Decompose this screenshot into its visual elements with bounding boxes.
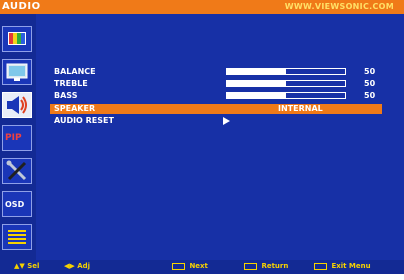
bass-slider[interactable]: [226, 92, 346, 99]
sidebar-item-color[interactable]: [2, 26, 32, 52]
button-key-icon: [314, 262, 327, 270]
footer-select: ▲▼ Sel: [14, 262, 39, 270]
left-right-arrows-icon: ◀▶: [64, 262, 75, 270]
osd-window: AUDIO WWW.VIEWSONIC.COM PIP OSD BALANCE …: [0, 0, 404, 274]
footer-next: Next: [172, 262, 208, 270]
balance-slider-fill: [227, 69, 286, 74]
title-bar: AUDIO WWW.VIEWSONIC.COM: [0, 0, 404, 14]
footer-return-label: Return: [261, 262, 289, 270]
footer-next-label: Next: [189, 262, 208, 270]
bass-value: 50: [364, 91, 376, 100]
speaker-highlight[interactable]: [50, 104, 382, 114]
pip-icon: PIP: [5, 133, 22, 143]
treble-label[interactable]: TREBLE: [54, 79, 88, 89]
display-icon: [6, 63, 28, 81]
up-down-arrows-icon: ▲▼: [14, 262, 25, 270]
speaker-value[interactable]: INTERNAL: [278, 104, 323, 114]
sidebar-item-osd[interactable]: OSD: [2, 191, 32, 217]
play-arrow-icon[interactable]: [223, 117, 230, 125]
brand-url: WWW.VIEWSONIC.COM: [284, 2, 394, 11]
treble-slider[interactable]: [226, 80, 346, 87]
color-icon: [8, 32, 26, 45]
sidebar-item-menu[interactable]: [2, 224, 32, 250]
sidebar-item-display[interactable]: [2, 59, 32, 85]
sidebar-item-audio[interactable]: [2, 92, 32, 118]
speaker-label[interactable]: SPEAKER: [54, 104, 95, 114]
bass-slider-fill: [227, 93, 286, 98]
footer-adjust-label: Adj: [77, 262, 91, 270]
audio-icon: [7, 96, 27, 114]
balance-value: 50: [364, 67, 376, 76]
bass-label[interactable]: BASS: [54, 91, 77, 101]
footer-adjust: ◀▶ Adj: [64, 262, 90, 270]
button-key-icon: [244, 262, 257, 270]
setup-icon: [6, 160, 27, 181]
balance-label[interactable]: BALANCE: [54, 67, 96, 77]
sidebar: PIP OSD: [0, 14, 36, 260]
audio-reset-label[interactable]: AUDIO RESET: [54, 116, 114, 126]
footer-exit: Exit Menu: [314, 262, 371, 270]
menu-title: AUDIO: [2, 1, 41, 12]
footer-bar: ▲▼ Sel ◀▶ Adj Next Return Exit Menu: [0, 260, 404, 274]
menu-icon: [8, 230, 26, 244]
osd-icon: OSD: [5, 200, 25, 209]
treble-value: 50: [364, 79, 376, 88]
treble-slider-fill: [227, 81, 286, 86]
footer-return: Return: [244, 262, 288, 270]
sidebar-item-pip[interactable]: PIP: [2, 125, 32, 151]
footer-select-label: Sel: [27, 262, 40, 270]
footer-exit-label: Exit Menu: [331, 262, 371, 270]
button-key-icon: [172, 262, 185, 270]
balance-slider[interactable]: [226, 68, 346, 75]
sidebar-item-setup[interactable]: [2, 158, 32, 184]
